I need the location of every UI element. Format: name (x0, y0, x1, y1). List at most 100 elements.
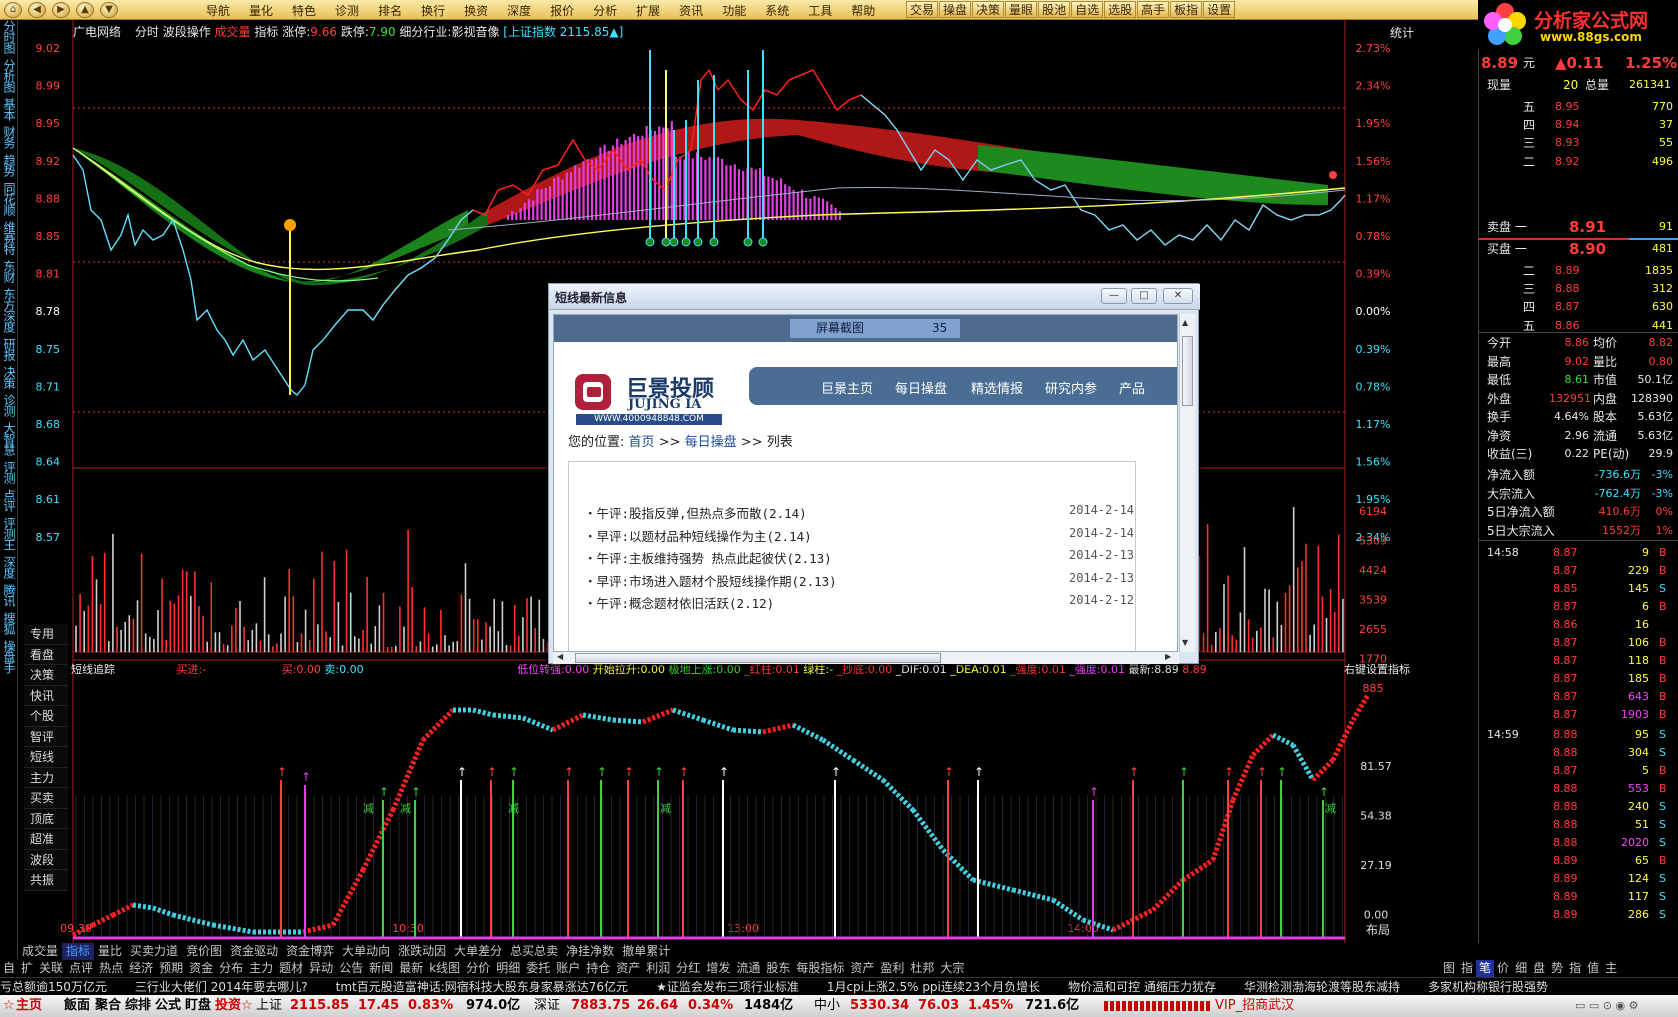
menu-item[interactable]: 换行 (421, 4, 445, 18)
view-tab[interactable]: 指 (1458, 960, 1476, 977)
down-icon[interactable]: ▼ (100, 2, 118, 18)
info-tab[interactable]: 增发 (703, 960, 733, 977)
news-title[interactable]: ・午评:股指反弹,但热点多而散(2.14) (584, 506, 807, 521)
left-tab[interactable]: 点评 (2, 489, 16, 511)
side-button[interactable]: 快讯 (24, 685, 68, 706)
status-btn-5[interactable]: 盯盘 (185, 995, 211, 1017)
menu-item[interactable]: 工具 (808, 4, 832, 18)
ticker-item[interactable]: 多家机构称银行股强势 (1428, 980, 1548, 994)
news-item[interactable]: ・午评:概念题材依旧活跃(2.12) 2014-2-12 (584, 593, 1144, 612)
side-button[interactable]: 智评 (24, 726, 68, 747)
info-tab[interactable]: 热点 (96, 960, 126, 977)
tool-button[interactable]: 交易 (906, 1, 939, 18)
info-tab[interactable]: 异动 (306, 960, 336, 977)
left-tab[interactable]: 决策 (2, 366, 16, 388)
maximize-icon[interactable]: □ (1131, 288, 1157, 304)
info-tab[interactable]: 股东 (763, 960, 793, 977)
indicator-tab[interactable]: 撤单累计 (618, 943, 674, 960)
minimize-icon[interactable]: — (1101, 288, 1127, 304)
indicator-tab[interactable]: 资金驱动 (226, 943, 282, 960)
indicator-tab[interactable]: 大单差分 (450, 943, 506, 960)
menu-item[interactable]: 排名 (378, 4, 402, 18)
menu-item[interactable]: 报价 (550, 4, 574, 18)
menu-item[interactable]: 导航 (206, 4, 230, 18)
info-tab[interactable]: 流通 (733, 960, 763, 977)
status-btn-2[interactable]: 聚合 (95, 995, 121, 1017)
indicator-tab[interactable]: 成交量 (18, 943, 62, 960)
ticker-item[interactable]: ★证监会发布三项行业标准 (656, 980, 799, 994)
indicator-tab[interactable]: 涨跌动因 (394, 943, 450, 960)
popup-nav-item[interactable]: 精选情报 (971, 378, 1023, 397)
info-tab[interactable]: 分红 (673, 960, 703, 977)
home-icon[interactable]: ☆ (3, 995, 15, 1017)
info-tab[interactable]: 明细 (493, 960, 523, 977)
scroll-up-icon[interactable]: ▲ (1182, 318, 1188, 327)
breadcrumb-home[interactable]: 首页 (629, 435, 655, 450)
side-button[interactable]: 看盘 (24, 644, 68, 665)
news-item[interactable]: ・午评:股指反弹,但热点多而散(2.14) 2014-2-14 (584, 503, 1144, 522)
tool-button[interactable]: 量眼 (1005, 1, 1038, 18)
news-item[interactable]: ・早评:以题材品种短线操作为主(2.14) 2014-2-14 (584, 526, 1144, 545)
left-tab[interactable]: 分析图 (2, 59, 16, 92)
left-tab[interactable]: 基本 (2, 98, 16, 120)
view-tab[interactable]: 笔 (1476, 960, 1495, 977)
status-home[interactable]: 主页 (16, 995, 42, 1017)
info-tab[interactable]: k线图 (426, 960, 463, 977)
view-tab[interactable]: 主 (1602, 960, 1620, 977)
side-button[interactable]: 超准 (24, 829, 68, 850)
volume-label[interactable]: 成交量 (215, 25, 251, 39)
left-tab[interactable]: 大智慧 (2, 422, 16, 455)
info-tab[interactable]: 持仓 (583, 960, 613, 977)
menu-item[interactable]: 特色 (292, 4, 316, 18)
ticker-item[interactable]: tmt百元股造富神话:网宿科技大股东身家暴涨达76亿元 (336, 980, 628, 994)
status-btn-4[interactable]: 公式 (155, 995, 181, 1017)
info-tab[interactable]: 资产 (613, 960, 643, 977)
indicator-tab[interactable]: 大单动向 (338, 943, 394, 960)
left-tab[interactable]: 诊测 (2, 394, 16, 416)
view-tab[interactable]: 指 (1566, 960, 1584, 977)
left-tab[interactable]: 分时图 (2, 20, 16, 53)
info-tab[interactable]: 分价 (463, 960, 493, 977)
info-tab[interactable]: 预期 (156, 960, 186, 977)
left-tab[interactable]: 同花顺 (2, 182, 16, 215)
left-tab[interactable]: 评测 (2, 461, 16, 483)
info-tab[interactable]: 资产 (847, 960, 877, 977)
info-tab[interactable]: 经济 (126, 960, 156, 977)
status-btn-1[interactable]: 飯面 (64, 995, 90, 1017)
mode-label[interactable]: 分时 (135, 25, 159, 39)
up-icon[interactable]: ▲ (76, 2, 94, 18)
menu-item[interactable]: 分析 (593, 4, 617, 18)
side-button[interactable]: 主力 (24, 767, 68, 788)
left-tab[interactable]: 研报 (2, 338, 16, 360)
indicator-tab[interactable]: 量比 (94, 943, 126, 960)
info-tab[interactable]: 利润 (643, 960, 673, 977)
indicator-tab[interactable]: 指标 (62, 943, 95, 960)
indicator-tab[interactable]: 净挂净数 (562, 943, 618, 960)
back-icon[interactable]: ◀ (28, 2, 46, 18)
popup-nav-item[interactable]: 巨景主页 (821, 378, 873, 397)
news-item[interactable]: ・午评:主板维持强势 热点此起彼伏(2.13) 2014-2-13 (584, 548, 1144, 567)
indicator-name[interactable]: 波段操作 (163, 25, 211, 39)
info-tab[interactable]: 大宗 (937, 960, 967, 977)
left-tab[interactable]: 操盘手 (2, 640, 16, 673)
news-title[interactable]: ・早评:以题材品种短线操作为主(2.14) (584, 529, 812, 544)
side-button[interactable]: 专用 (24, 624, 68, 645)
side-button[interactable]: 共振 (24, 870, 68, 891)
indicator-tab[interactable]: 买卖力道 (126, 943, 182, 960)
breadcrumb-category[interactable]: 每日操盘 (685, 435, 737, 450)
info-tab[interactable]: 委托 (523, 960, 553, 977)
tool-button[interactable]: 自选 (1071, 1, 1104, 18)
view-tab[interactable]: 细 (1512, 960, 1530, 977)
info-tab[interactable]: 点评 (66, 960, 96, 977)
left-tab[interactable]: 搜狐 (2, 612, 16, 634)
info-tab[interactable]: 分布 (216, 960, 246, 977)
tool-button[interactable]: 板指 (1170, 1, 1203, 18)
side-button[interactable]: 决策 (24, 665, 68, 686)
popup-nav-item[interactable]: 产品 (1119, 378, 1145, 397)
forward-icon[interactable]: ▶ (52, 2, 70, 18)
info-tab[interactable]: 扩 (18, 960, 36, 977)
side-button[interactable]: 波段 (24, 849, 68, 870)
popup-nav-item[interactable]: 研究内参 (1045, 378, 1097, 397)
menu-item[interactable]: 功能 (722, 4, 746, 18)
view-tab[interactable]: 价 (1494, 960, 1512, 977)
